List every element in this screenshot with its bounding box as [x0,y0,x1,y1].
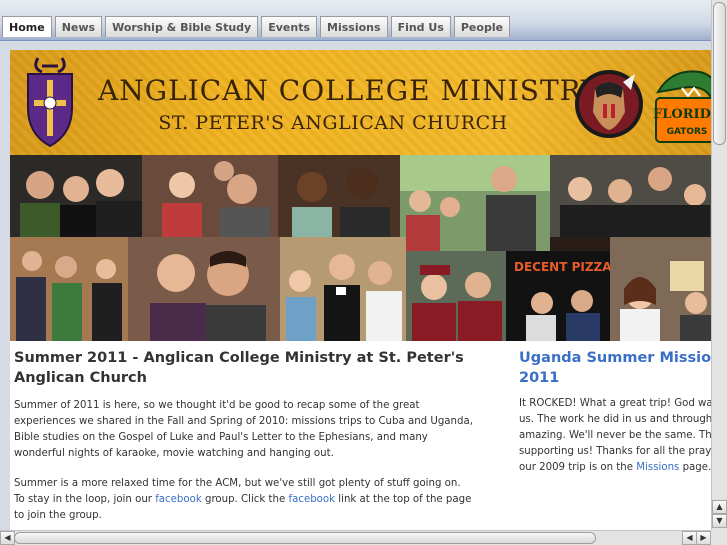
horizontal-scrollbar[interactable]: ◀ ◀ ▶ [0,530,711,545]
banner-title: ANGLICAN COLLEGE MINISTRY [98,74,601,107]
group-photo-8 [280,237,406,341]
tab-people[interactable]: People [453,16,511,37]
group-photo-3 [278,155,400,237]
sidebar-last-text-a: our 2009 trip is on the [519,462,637,473]
banner-subtitle: ST. PETER'S ANGLICAN CHURCH [158,112,508,134]
tab-find-us[interactable]: Find Us [390,16,451,37]
article-paragraph-1: Summer of 2011 is here, so we thought it… [14,400,473,459]
florida-logo-text: FLORIDA [653,107,711,122]
facebook-link-2[interactable]: facebook [289,494,336,505]
group-photo-2 [142,155,278,237]
group-photo-9 [406,251,506,341]
paragraph-2-text-b: group. Click the [201,494,289,505]
article-title: Summer 2011 - Anglican College Ministry … [14,350,464,386]
group-photo-6 [10,237,128,341]
tab-home[interactable]: Home [2,16,52,37]
sidebar-line-2: us. The work he did in us and through [519,414,711,425]
scroll-up-arrow-icon[interactable]: ▲ [712,500,727,514]
scroll-left-arrow-icon-2[interactable]: ◀ [682,531,697,545]
top-nav-bar: Home News Worship & Bible Study Events M… [0,0,711,41]
group-photo-11 [610,237,711,341]
sidebar-line-3: amazing. We'll never be the same. Th [519,430,711,441]
gators-logo-text: GATORS [667,127,708,137]
nav-tabs: Home News Worship & Bible Study Events M… [2,16,511,37]
sidebar-line-4: supporting us! Thanks for all the praye [519,446,711,457]
scroll-left-arrow-icon[interactable]: ◀ [0,531,15,545]
vertical-scroll-thumb[interactable] [713,2,726,145]
horizontal-scroll-thumb[interactable] [14,532,596,544]
anglican-crest-icon [27,57,73,148]
sidebar-last-text-b: page. [679,462,711,473]
scroll-right-arrow-icon[interactable]: ▶ [696,531,711,545]
page-body: ANGLICAN COLLEGE MINISTRY ST. PETER'S AN… [0,41,711,530]
site-banner: ANGLICAN COLLEGE MINISTRY ST. PETER'S AN… [10,50,711,155]
facebook-link-1[interactable]: facebook [155,494,202,505]
sidebar-line-5: our 2009 trip is on the Missions page. [519,460,711,476]
fsu-seminoles-logo-icon [575,70,643,138]
group-photo-7 [128,237,280,341]
scrollbar-corner [711,530,727,545]
tab-missions[interactable]: Missions [320,16,388,37]
florida-gators-logo-icon: FLORIDA GATORS [653,70,711,143]
article-paragraph-2: Summer is a more relaxed time for the AC… [14,476,474,524]
group-photo-5 [550,155,711,237]
scroll-down-arrow-icon[interactable]: ▼ [712,514,727,528]
sidebar-title[interactable]: Uganda Summer Mission - 2011 [519,348,711,388]
main-article: Summer 2011 - Anglican College Ministry … [14,348,474,530]
sidebar-line-1: It ROCKED! What a great trip! God wa [519,398,711,409]
missions-link[interactable]: Missions [636,462,679,473]
photo-collage: DECENT PIZZA [10,155,711,341]
tab-worship-bible-study[interactable]: Worship & Bible Study [105,16,259,37]
sidebar-uganda-mission: Uganda Summer Mission - 2011 It ROCKED! W… [519,348,711,476]
decent-pizza-sign: DECENT PIZZA [514,260,610,274]
vertical-scrollbar[interactable]: ▲ ▼ [711,0,727,530]
tab-events[interactable]: Events [261,16,318,37]
group-photo-10: DECENT PIZZA [506,251,610,341]
sidebar-title-line-2: 2011 [519,370,560,386]
sidebar-title-line-1: Uganda Summer Mission - [519,350,711,366]
group-photo-4 [400,155,550,251]
group-photo-1 [10,155,142,237]
tab-news[interactable]: News [54,16,103,37]
